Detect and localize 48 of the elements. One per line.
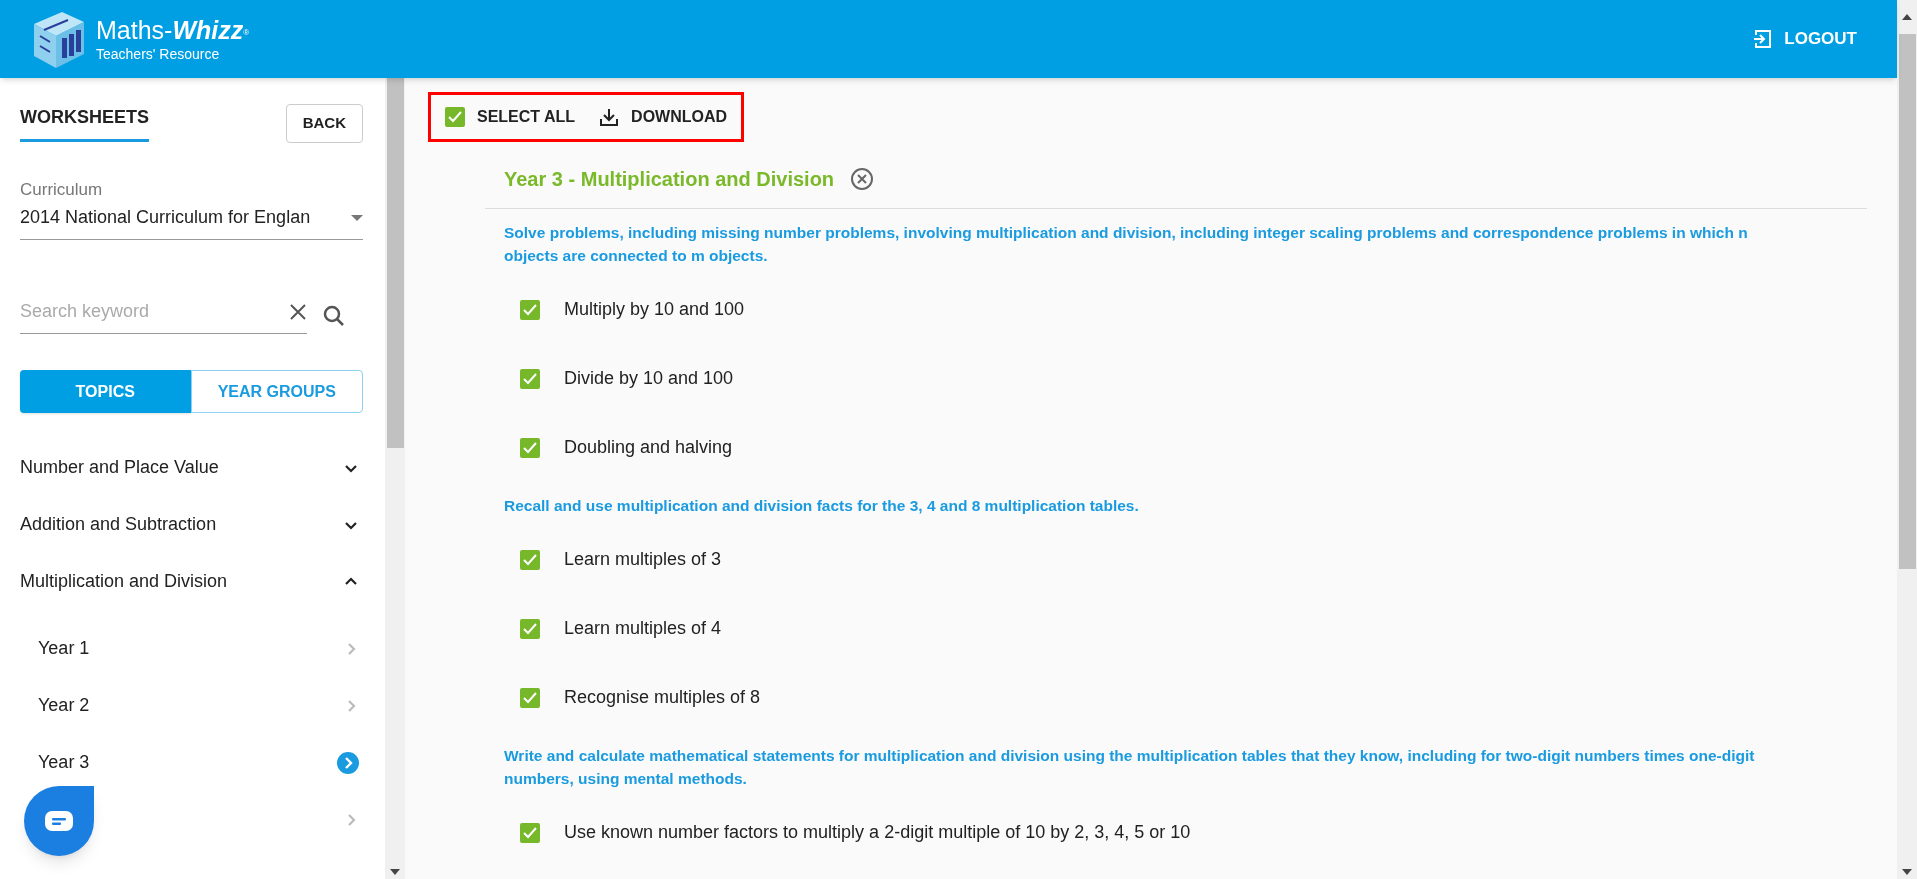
year-item[interactable]: Year 2: [20, 677, 363, 734]
download-button[interactable]: DOWNLOAD: [599, 105, 728, 129]
worksheet-label: Multiply by 10 and 100: [564, 298, 745, 321]
checkbox[interactable]: [445, 107, 465, 127]
search-field[interactable]: Search keyword: [20, 298, 289, 325]
topic-item[interactable]: Addition and Subtraction: [20, 496, 363, 553]
chevron-circle-icon: [337, 751, 359, 774]
close-icon[interactable]: [850, 167, 875, 191]
select-all-button[interactable]: SELECT ALL: [445, 105, 576, 129]
checkbox[interactable]: [520, 299, 540, 320]
checkbox[interactable]: [520, 618, 540, 639]
year-item[interactable]: Year 3: [20, 734, 363, 791]
objective-text: Recall and use multiplication and division facts for the 3, 4 and 8 multiplication tables.: [504, 496, 1140, 516]
scroll-up-icon[interactable]: [1902, 14, 1912, 20]
sidebar-scrollbar[interactable]: [385, 78, 405, 879]
logout-icon: [1752, 29, 1773, 49]
chat-button[interactable]: [24, 786, 94, 856]
topic-item[interactable]: Number and Place Value: [20, 439, 363, 496]
objective-text: Write and calculate mathematical statements for multiplication and division using the multiplication tables that they know, including for two-digit numbers times one-digit numbers, using mental methods.: [504, 746, 1756, 789]
brand-name: Maths-Whizz$^{®}$: [96, 17, 250, 43]
chat-icon: [45, 811, 73, 831]
dropdown-caret-icon: [351, 214, 363, 221]
year-item[interactable]: Year 1: [20, 620, 363, 677]
worksheet-label: Doubling and halving: [564, 436, 733, 459]
clear-icon[interactable]: [289, 302, 307, 321]
curriculum-label: Curriculum: [20, 178, 104, 201]
download-icon: [599, 107, 620, 127]
topic-item[interactable]: Multiplication and Division: [20, 553, 363, 610]
worksheet-label: Recognise multiples of 8: [564, 686, 761, 709]
curriculum-select[interactable]: 2014 National Curriculum for Englan: [20, 204, 363, 240]
worksheet-label: Use known number factors to multiply a 2-digit multiple of 10 by 2, 3, 4, 5 or 10: [564, 821, 1191, 844]
checkbox[interactable]: [520, 437, 540, 458]
checkbox[interactable]: [520, 822, 540, 843]
worksheet-label: Learn multiples of 3: [564, 548, 722, 571]
scroll-down-icon[interactable]: [390, 869, 400, 875]
scroll-down-icon[interactable]: [1902, 869, 1912, 875]
objective-text: Solve problems, including missing number problems, involving multiplication and division, including integer scaling problems and correspondence problems in which n objects are connected to m objects.: [504, 223, 1749, 266]
page-scrollbar[interactable]: [1897, 0, 1917, 879]
back-button[interactable]: BACK: [285, 104, 363, 143]
checkbox[interactable]: [520, 368, 540, 389]
checkbox[interactable]: [520, 549, 540, 570]
checkbox[interactable]: [520, 687, 540, 708]
worksheet-label: Learn multiples of 4: [564, 617, 722, 640]
section-title: Year 3 - Multiplication and Division: [504, 167, 835, 192]
worksheets-heading: WORKSHEETS: [20, 104, 149, 143]
worksheet-label: Divide by 10 and 100: [564, 367, 734, 390]
brand-subtitle: Teachers' Resource: [96, 46, 221, 61]
search-icon[interactable]: [323, 305, 345, 327]
